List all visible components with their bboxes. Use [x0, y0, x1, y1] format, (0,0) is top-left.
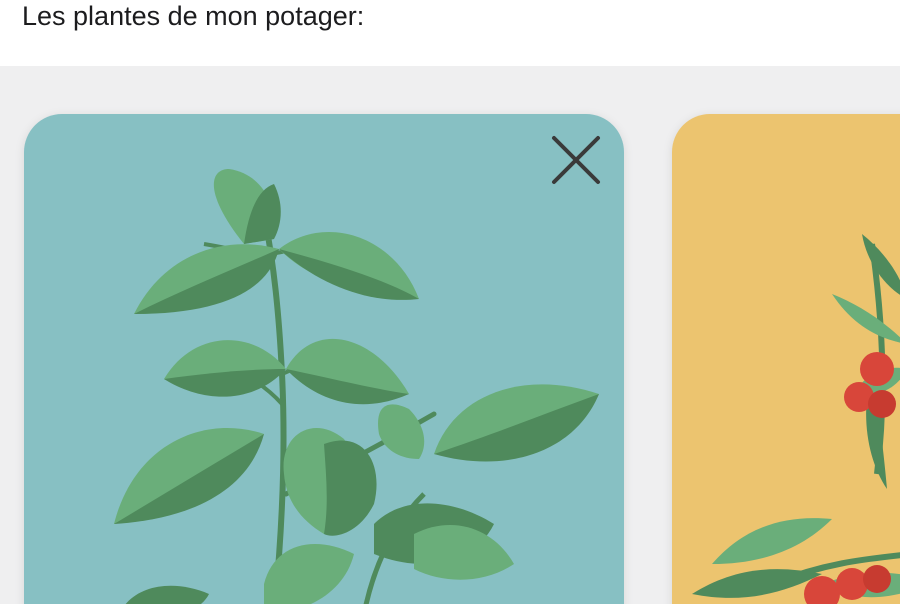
plant-card-basil[interactable]: [24, 114, 624, 604]
header: Les plantes de mon potager:: [0, 0, 900, 66]
page-title: Les plantes de mon potager:: [22, 1, 365, 31]
basil-illustration: [24, 114, 624, 604]
plant-carousel[interactable]: [0, 66, 900, 604]
close-button[interactable]: [548, 132, 604, 188]
plant-card-cherry-tomato[interactable]: [672, 114, 900, 604]
cherry-tomato-illustration: [672, 114, 900, 604]
close-icon: [552, 136, 600, 184]
